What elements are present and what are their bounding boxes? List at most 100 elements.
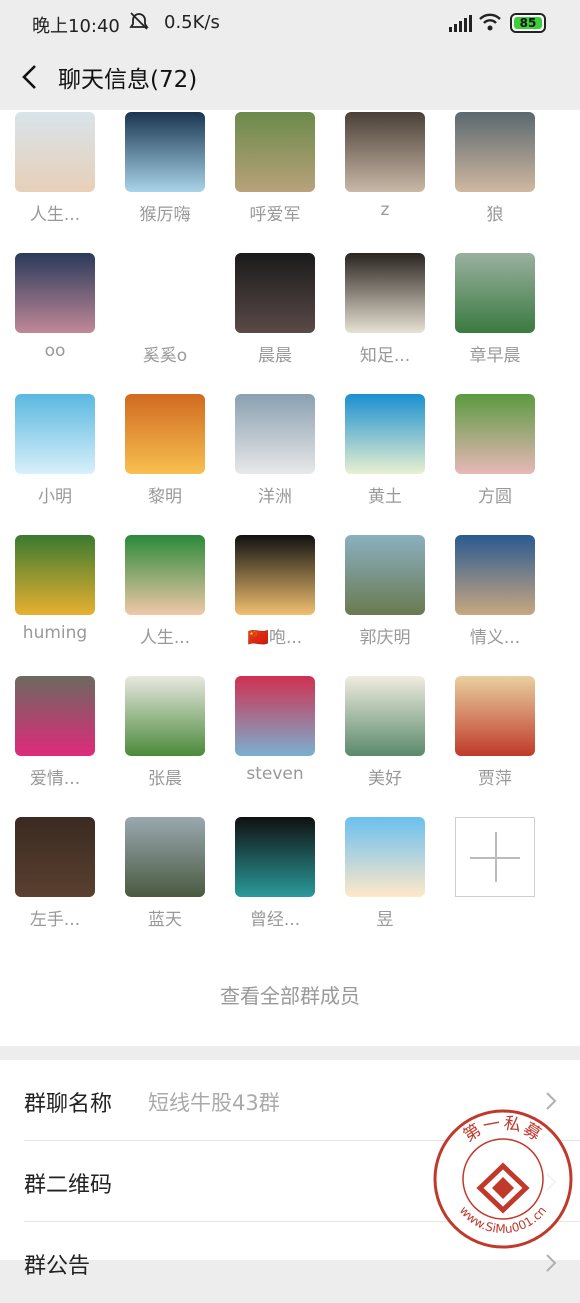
member-name: 方圆 — [478, 487, 512, 507]
member-name: 黎明 — [148, 487, 182, 507]
member-item[interactable]: 方圆 — [440, 393, 550, 534]
member-avatar[interactable] — [455, 253, 535, 333]
member-avatar[interactable] — [345, 112, 425, 192]
member-avatar[interactable] — [345, 394, 425, 474]
member-item[interactable]: 情义... — [440, 534, 550, 675]
member-item[interactable]: steven — [220, 675, 330, 816]
member-item[interactable]: 狼 — [440, 111, 550, 252]
group-notice-label: 群公告 — [24, 1254, 91, 1279]
member-avatar[interactable] — [235, 817, 315, 897]
member-avatar[interactable] — [125, 253, 205, 333]
watermark-seal: 第一私募 www.SiMu001.cn — [432, 1108, 574, 1250]
member-item[interactable]: 人生... — [110, 534, 220, 675]
group-qrcode-label: 群二维码 — [24, 1173, 113, 1198]
member-name: 贾萍 — [478, 769, 512, 789]
member-avatar[interactable] — [125, 394, 205, 474]
member-name: 爱情... — [29, 769, 81, 789]
member-avatar[interactable] — [125, 112, 205, 192]
member-avatar[interactable] — [455, 535, 535, 615]
member-avatar[interactable] — [15, 253, 95, 333]
member-item[interactable]: 黎明 — [110, 393, 220, 534]
member-name: 洋洲 — [258, 487, 292, 507]
member-item[interactable]: 左手... — [0, 816, 110, 957]
back-arrow-icon[interactable] — [18, 62, 42, 92]
member-avatar[interactable] — [125, 817, 205, 897]
member-avatar[interactable] — [455, 676, 535, 756]
member-name: 知足... — [359, 346, 411, 366]
member-item[interactable]: oo — [0, 252, 110, 393]
member-item[interactable]: 美好 — [330, 675, 440, 816]
member-avatar[interactable] — [125, 676, 205, 756]
member-avatar[interactable] — [345, 253, 425, 333]
member-item[interactable]: 曾经... — [220, 816, 330, 957]
member-name: steven — [246, 764, 304, 784]
member-name: 晨晨 — [258, 346, 292, 366]
member-name: 🇨🇳咆... — [247, 628, 303, 648]
member-name: 猴厉嗨 — [139, 205, 191, 225]
member-name: 张晨 — [148, 769, 182, 789]
member-name: 狼 — [486, 205, 504, 225]
member-avatar[interactable] — [345, 535, 425, 615]
status-time: 晚上10:40 — [32, 16, 120, 37]
chevron-right-icon — [544, 1252, 558, 1274]
member-item[interactable]: 爱情... — [0, 675, 110, 816]
signal-icon — [448, 14, 472, 32]
member-name: 章早晨 — [469, 346, 521, 366]
member-name: 小明 — [38, 487, 72, 507]
member-name: 曾经... — [249, 910, 301, 930]
member-item[interactable]: 黄土 — [330, 393, 440, 534]
group-name-value: 短线牛股43群 — [148, 1091, 280, 1115]
member-item[interactable]: 章早晨 — [440, 252, 550, 393]
member-avatar[interactable] — [15, 112, 95, 192]
member-name: 左手... — [29, 910, 81, 930]
member-avatar[interactable] — [15, 535, 95, 615]
member-avatar[interactable] — [125, 535, 205, 615]
member-avatar[interactable] — [235, 253, 315, 333]
member-item[interactable]: 知足... — [330, 252, 440, 393]
members-panel: 人生... 猴厉嗨 呼爱军 z 狼 oo 奚奚o 晨晨 知足... 章早晨小明 黎明 洋洲 黄土 方圆 hu… — [0, 110, 580, 1046]
member-item[interactable]: z — [330, 111, 440, 252]
battery-indicator: 85 — [510, 13, 546, 33]
member-avatar[interactable] — [15, 676, 95, 756]
member-avatar[interactable] — [235, 394, 315, 474]
member-item[interactable]: 晨晨 — [220, 252, 330, 393]
member-item[interactable]: huming — [0, 534, 110, 675]
alarm-off-icon — [128, 10, 150, 32]
group-name-label: 群聊名称 — [24, 1092, 113, 1117]
member-avatar[interactable] — [455, 394, 535, 474]
member-name: 人生... — [29, 205, 81, 225]
member-name: z — [380, 200, 390, 220]
member-avatar[interactable] — [345, 676, 425, 756]
add-member-button[interactable] — [440, 816, 550, 957]
member-item[interactable]: 洋洲 — [220, 393, 330, 534]
member-avatar[interactable] — [235, 112, 315, 192]
member-item[interactable]: 昱 — [330, 816, 440, 957]
page-title: 聊天信息(72) — [58, 67, 198, 93]
member-item[interactable]: 小明 — [0, 393, 110, 534]
member-item[interactable]: 郭庆明 — [330, 534, 440, 675]
member-avatar[interactable] — [15, 394, 95, 474]
member-item[interactable]: 贾萍 — [440, 675, 550, 816]
member-avatar[interactable] — [345, 817, 425, 897]
member-name: 郭庆明 — [359, 628, 411, 648]
member-item[interactable]: 🇨🇳咆... — [220, 534, 330, 675]
member-item[interactable]: 张晨 — [110, 675, 220, 816]
member-avatar[interactable] — [15, 817, 95, 897]
member-avatar[interactable] — [455, 112, 535, 192]
member-item[interactable]: 猴厉嗨 — [110, 111, 220, 252]
member-name: 奚奚o — [142, 346, 188, 366]
member-name: 黄土 — [368, 487, 402, 507]
member-name: 呼爱军 — [249, 205, 301, 225]
member-item[interactable]: 人生... — [0, 111, 110, 252]
member-item[interactable]: 蓝天 — [110, 816, 220, 957]
plus-icon[interactable] — [455, 817, 535, 897]
member-item[interactable]: 奚奚o — [110, 252, 220, 393]
member-name: 昱 — [376, 910, 394, 930]
view-all-members-link[interactable]: 查看全部群成员 — [0, 980, 580, 1009]
member-avatar[interactable] — [235, 535, 315, 615]
member-avatar[interactable] — [235, 676, 315, 756]
status-bar: 晚上10:40 0.5K/s 85 — [0, 0, 580, 48]
member-item[interactable]: 呼爱军 — [220, 111, 330, 252]
member-name: 蓝天 — [148, 910, 182, 930]
member-name: oo — [44, 341, 66, 361]
